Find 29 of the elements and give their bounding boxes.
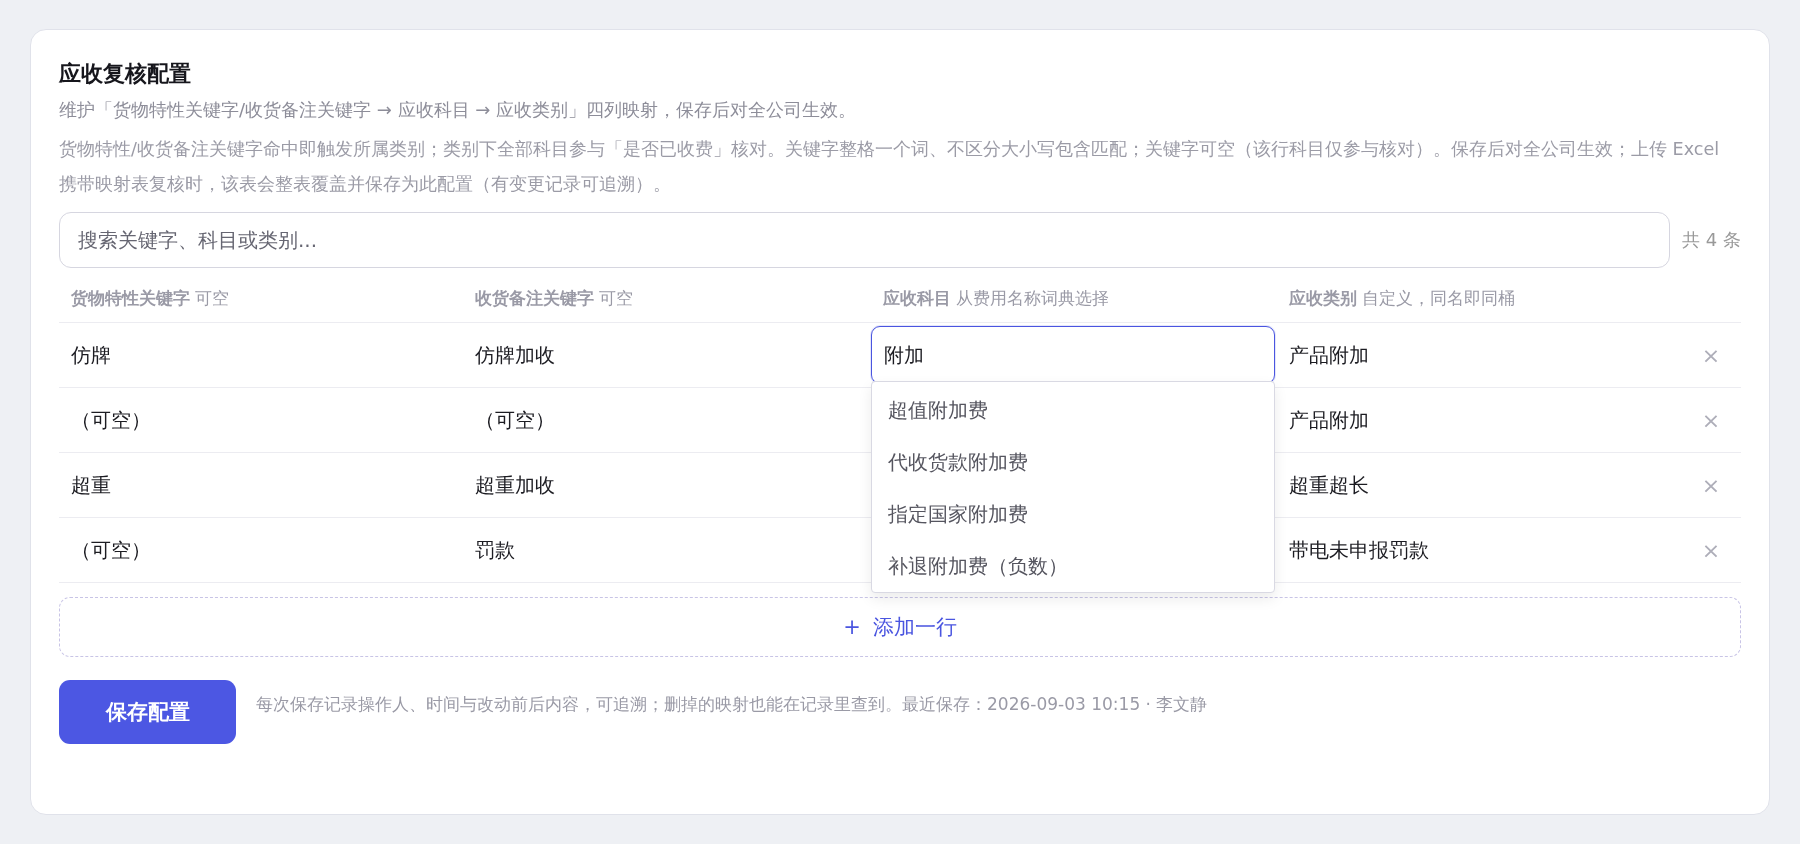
column-header: 应收类别 自定义，同名即同桶 [1288,286,1517,310]
column-header: 收货备注关键字 可空 [474,286,635,310]
description: 货物特性/收货备注关键字命中即触发所属类别；类别下全部科目参与「是否已收费」核对。关键字整格一个词、不区分大小写包含匹配；关键字可空（该行科目仅参与核对）。保存后对全公司生效；上传 Excel 携带映射表复核时，该表会整表覆盖并保存为此配置（有变更记录可追溯）。 [59,138,1721,196]
table-cell-text: （可空） [70,406,152,434]
table-cell-text: 超重 [70,471,112,499]
add-row-button[interactable]: + 添加一行 [59,597,1741,657]
table-cell-text: 罚款 [474,536,516,564]
dropdown-option[interactable]: 超值附加费 [872,384,1274,436]
dropdown-option[interactable]: 补退附加费（负数） [872,540,1274,592]
table-cell-text: 仿牌加收 [474,341,556,369]
footnote: 每次保存记录操作人、时间与改动前后内容，可追溯；删掉的映射也能在记录里查到。最近保存：2026-09-03 10:15 · 李文静 [256,692,1208,716]
table-cell-text: （可空） [474,406,556,434]
record-count: 共 4 条 [1682,228,1741,252]
dropdown-option[interactable]: 指定国家附加费 [872,488,1274,540]
subtitle: 维护「货物特性关键字/收货备注关键字 → 应收科目 → 应收类别」四列映射，保存后对全公司生效。 [59,98,858,122]
search-field[interactable]: 搜索关键字、科目或类别... [59,212,1671,268]
save-button[interactable]: 保存配置 [59,680,236,744]
subject-input[interactable]: 附加 [871,326,1275,384]
table-cell-text: 仿牌 [70,341,112,369]
table-cell-text: 超重加收 [474,471,556,499]
table-cell-text: 产品附加 [1288,341,1370,369]
column-header: 应收科目 从费用名称词典选择 [882,286,1111,310]
table-cell-text: 带电未申报罚款 [1288,536,1430,564]
table-cell-text: （可空） [70,536,152,564]
page-title: 应收复核配置 [59,60,192,88]
dropdown-option[interactable]: 代收货款附加费 [872,436,1274,488]
column-header: 货物特性关键字 可空 [70,286,231,310]
table-cell-text: 超重超长 [1288,471,1370,499]
table-cell-text: 产品附加 [1288,406,1370,434]
